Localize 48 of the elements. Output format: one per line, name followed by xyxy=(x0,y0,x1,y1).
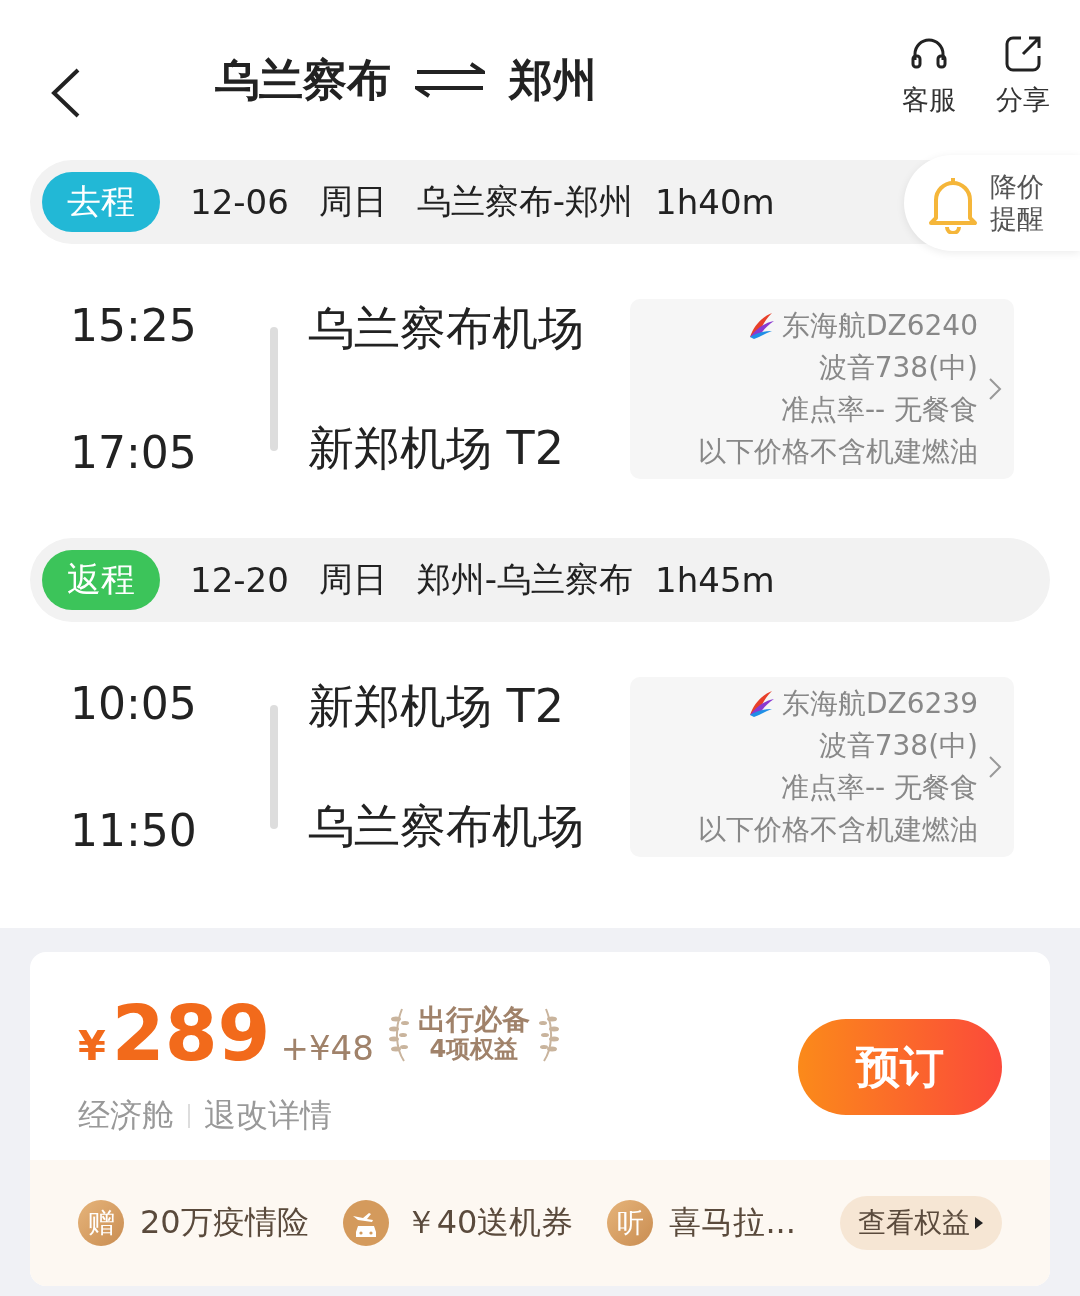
price-alert-button[interactable]: 降价 提醒 xyxy=(904,155,1080,251)
perk-label: 20万疫情险 xyxy=(140,1202,309,1243)
arrival-airport: 新郑机场 T2 xyxy=(308,420,565,477)
perk-label: ￥40送机券 xyxy=(404,1202,574,1243)
arrival-airport: 乌兰察布机场 xyxy=(308,798,585,855)
caret-icon xyxy=(974,1216,984,1230)
destination-city: 郑州 xyxy=(509,52,597,107)
trip-route: 乌兰察布-郑州 xyxy=(416,180,634,223)
departure-airport: 新郑机场 T2 xyxy=(308,678,565,735)
trip-tag: 返程 xyxy=(42,550,160,610)
plane-car-icon xyxy=(342,1200,389,1246)
service-button[interactable]: 客服 xyxy=(902,32,956,118)
aircraft-type: 波音738(中) xyxy=(818,350,978,386)
perk-icon: 听 xyxy=(607,1200,654,1246)
origin-city: 乌兰察布 xyxy=(215,52,391,107)
chevron-right-icon xyxy=(988,377,1002,401)
share-button[interactable]: 分享 xyxy=(996,32,1050,118)
arrival-time: 17:05 xyxy=(70,427,198,478)
trip-route: 郑州-乌兰察布 xyxy=(416,558,634,601)
departure-time: 10:05 xyxy=(70,678,198,729)
price-note: 以下价格不含机建燃油 xyxy=(698,812,978,848)
perk-label: 喜马拉... xyxy=(669,1202,796,1243)
trip-duration: 1h45m xyxy=(655,560,775,600)
flight-airline: 东海航DZ6240 xyxy=(782,308,978,344)
badge-title: 出行必备 xyxy=(417,1005,530,1037)
badge-subtitle: 4项权益 xyxy=(429,1036,519,1063)
view-benefits-button[interactable]: 查看权益 xyxy=(840,1196,1002,1250)
punctuality-meal: 准点率-- 无餐食 xyxy=(780,392,978,428)
chevron-right-icon xyxy=(988,755,1002,779)
price-alert-label: 降价 提醒 xyxy=(990,170,1044,236)
departure-time: 15:25 xyxy=(70,300,198,351)
trip-weekday: 周日 xyxy=(318,558,387,601)
addon-price: +¥48 xyxy=(280,1028,374,1068)
currency-sign: ¥ xyxy=(78,1023,106,1069)
trip-tag: 去程 xyxy=(42,172,160,232)
trip-date: 12-06 xyxy=(190,182,289,222)
price-note: 以下价格不含机建燃油 xyxy=(698,434,978,470)
ticket-price: 289 xyxy=(111,996,271,1072)
punctuality-meal: 准点率-- 无餐食 xyxy=(780,770,978,806)
perk-icon: 赠 xyxy=(78,1200,124,1246)
trip-date: 12-20 xyxy=(190,560,289,600)
aircraft-type: 波音738(中) xyxy=(818,728,978,764)
arrival-time: 11:50 xyxy=(70,805,198,856)
flight-airline: 东海航DZ6239 xyxy=(782,686,978,722)
departure-airport: 乌兰察布机场 xyxy=(308,300,585,357)
trip-duration: 1h40m xyxy=(655,182,775,222)
cabin-class: 经济舱 xyxy=(78,1095,174,1136)
trip-weekday: 周日 xyxy=(318,180,387,223)
